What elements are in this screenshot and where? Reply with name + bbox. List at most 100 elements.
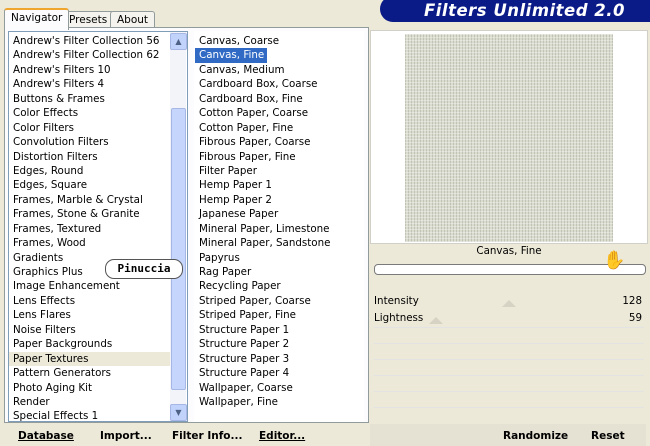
category-item[interactable]: Edges, Square [9, 178, 171, 192]
filter-item-label: Wallpaper, Coarse [199, 381, 293, 394]
category-item[interactable]: Lens Effects [9, 294, 171, 308]
slider-value: 128 [622, 295, 642, 307]
filter-item[interactable]: Structure Paper 1 [195, 323, 363, 337]
filter-item-label: Recycling Paper [199, 280, 281, 293]
slider-thumb[interactable] [502, 300, 516, 307]
category-item[interactable]: Frames, Marble & Crystal [9, 193, 171, 207]
filter-item[interactable]: Fibrous Paper, Coarse [195, 135, 363, 149]
category-item[interactable]: Color Effects [9, 106, 171, 120]
empty-parameter-row [374, 375, 644, 390]
filter-list[interactable]: Canvas, Coarse Canvas, Fine Canvas, Medium… [194, 31, 364, 422]
category-item[interactable]: Frames, Textured [9, 222, 171, 236]
category-item[interactable]: Andrew's Filters 4 [9, 77, 171, 91]
filter-item-label: Structure Paper 1 [199, 323, 290, 336]
filter-item[interactable]: Cotton Paper, Coarse [195, 106, 363, 120]
filter-item[interactable]: Rag Paper [195, 265, 363, 279]
category-item[interactable]: Paper Textures [9, 351, 171, 367]
filter-item[interactable]: Japanese Paper [195, 207, 363, 221]
empty-parameter-row [374, 343, 644, 358]
category-item[interactable]: Color Filters [9, 121, 171, 135]
filter-item-label: Filter Paper [199, 164, 257, 177]
tab-presets[interactable]: Presets [62, 11, 115, 28]
filter-item-label: Cardboard Box, Coarse [199, 78, 318, 91]
filter-item-label: Hemp Paper 2 [199, 193, 272, 206]
category-item[interactable]: Andrew's Filter Collection 62 [9, 48, 171, 62]
import-button[interactable]: Import... [100, 428, 152, 444]
filter-item[interactable]: Wallpaper, Fine [195, 395, 363, 409]
filter-item-label: Striped Paper, Fine [199, 309, 296, 322]
database-button[interactable]: Database [18, 428, 74, 444]
empty-parameter-row [374, 359, 644, 374]
filter-item[interactable]: Structure Paper 4 [195, 366, 363, 380]
category-item[interactable]: Edges, Round [9, 164, 171, 178]
filter-item-label: Mineral Paper, Sandstone [199, 237, 331, 250]
filter-item[interactable]: Wallpaper, Coarse [195, 381, 363, 395]
filter-item[interactable]: Canvas, Fine [195, 48, 363, 63]
scroll-up-icon[interactable]: ▲ [170, 33, 187, 50]
filter-item[interactable]: Striped Paper, Coarse [195, 294, 363, 308]
scroll-down-icon[interactable]: ▼ [170, 404, 187, 421]
filter-item[interactable]: Cotton Paper, Fine [195, 121, 363, 135]
filter-item[interactable]: Mineral Paper, Limestone [195, 222, 363, 236]
category-item[interactable]: Andrew's Filter Collection 56 [9, 34, 171, 48]
category-item[interactable]: Distortion Filters [9, 150, 171, 164]
editor-button[interactable]: Editor... [259, 428, 305, 444]
filter-item[interactable]: Cardboard Box, Fine [195, 92, 363, 106]
category-item[interactable]: Render [9, 395, 171, 409]
filter-item-label: Cardboard Box, Fine [199, 92, 303, 105]
category-item[interactable]: Image Enhancement [9, 279, 171, 293]
hand-cursor-icon: ✋ [603, 250, 626, 271]
category-item[interactable]: Frames, Stone & Granite [9, 207, 171, 221]
slider-label: Intensity [374, 295, 419, 307]
watermark-label: Pinuccia [105, 259, 183, 279]
filter-item[interactable]: Structure Paper 2 [195, 337, 363, 351]
filter-item-label: Hemp Paper 1 [199, 179, 272, 192]
scroll-thumb[interactable] [171, 108, 186, 390]
category-scrollbar[interactable]: ▲ ▼ [170, 32, 187, 421]
filter-item[interactable]: Mineral Paper, Sandstone [195, 236, 363, 250]
reset-button[interactable]: Reset [591, 428, 625, 444]
category-item[interactable]: Convolution Filters [9, 135, 171, 149]
filter-item[interactable]: Papyrus [195, 251, 363, 265]
randomize-button[interactable]: Randomize [503, 428, 568, 444]
filter-item-label: Japanese Paper [199, 208, 279, 221]
empty-parameter-row [374, 407, 644, 422]
category-item[interactable]: Andrew's Filters 10 [9, 63, 171, 77]
slider-intensity[interactable]: Intensity 128 [374, 294, 644, 308]
filter-item[interactable]: Fibrous Paper, Fine [195, 150, 363, 164]
filter-item-label: Canvas, Coarse [199, 35, 280, 47]
category-list[interactable]: Andrew's Filter Collection 56 Andrew's Fi… [8, 31, 188, 422]
filter-item-label: Striped Paper, Coarse [199, 294, 311, 307]
filter-item-label: Structure Paper 3 [199, 352, 290, 365]
filter-item[interactable]: Hemp Paper 2 [195, 193, 363, 207]
filter-item[interactable]: Striped Paper, Fine [195, 308, 363, 322]
filter-item[interactable]: Cardboard Box, Coarse [195, 77, 363, 91]
filter-item[interactable]: Recycling Paper [195, 279, 363, 293]
app-banner: Filters Unlimited 2.0 [380, 0, 650, 22]
category-item[interactable]: Special Effects 1 [9, 409, 171, 423]
filter-item[interactable]: Filter Paper [195, 164, 363, 178]
filter-item-label: Fibrous Paper, Fine [199, 150, 296, 163]
filter-item[interactable]: Canvas, Medium [195, 63, 363, 77]
filter-item-label: Papyrus [199, 251, 240, 264]
category-item[interactable]: Frames, Wood [9, 236, 171, 250]
tab-navigator[interactable]: Navigator [4, 8, 70, 30]
slider-value: 59 [628, 312, 642, 324]
tab-about[interactable]: About [110, 11, 156, 28]
category-item[interactable]: Noise Filters [9, 323, 171, 337]
category-item[interactable]: Pattern Generators [9, 366, 171, 380]
filter-item-label: Rag Paper [199, 266, 252, 278]
filter-item-label: Structure Paper 4 [199, 367, 290, 380]
slider-label: Lightness [374, 312, 424, 324]
filter-item[interactable]: Canvas, Coarse [195, 34, 363, 48]
filter-item[interactable]: Structure Paper 3 [195, 352, 363, 366]
slider-thumb[interactable] [429, 317, 444, 324]
filter-info-button[interactable]: Filter Info... [172, 428, 242, 444]
filter-item[interactable]: Hemp Paper 1 [195, 178, 363, 192]
slider-lightness[interactable]: Lightness 59 [374, 311, 644, 325]
category-item[interactable]: Lens Flares [9, 308, 171, 322]
category-item[interactable]: Paper Backgrounds [9, 337, 171, 351]
category-item[interactable]: Photo Aging Kit [9, 381, 171, 395]
filter-item-label: Fibrous Paper, Coarse [199, 136, 311, 149]
category-item[interactable]: Buttons & Frames [9, 92, 171, 106]
